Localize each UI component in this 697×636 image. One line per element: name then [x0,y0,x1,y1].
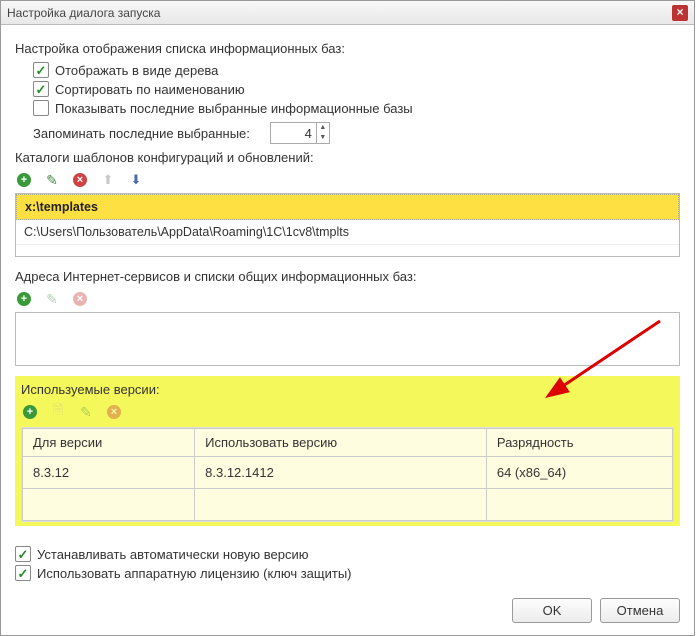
cell-use[interactable]: 8.3.12.1412 [195,457,487,489]
versions-toolbar: + × [21,403,674,421]
templates-heading: Каталоги шаблонов конфигураций и обновле… [15,150,680,165]
edit-icon [77,403,95,421]
checkbox-auto-update-row[interactable]: Устанавливать автоматически новую версию [15,546,680,562]
checkbox-label: Использовать аппаратную лицензию (ключ з… [37,566,352,581]
spinner-value[interactable]: 4 [271,126,316,141]
cell-for[interactable]: 8.3.12 [23,457,195,489]
cell-arch[interactable]: 64 (x86_64) [486,457,672,489]
services-heading: Адреса Интернет-сервисов и списки общих … [15,269,680,284]
checkbox-sort-row[interactable]: Сортировать по наименованию [33,81,680,97]
versions-table[interactable]: Для версии Использовать версию Разряднос… [21,427,674,522]
move-down-icon[interactable] [127,171,145,189]
edit-icon[interactable] [43,171,61,189]
list-display-heading: Настройка отображения списка информацион… [15,41,680,56]
add-icon[interactable]: + [15,171,33,189]
delete-icon: × [105,403,123,421]
checkbox-tree-row[interactable]: Отображать в виде дерева [33,62,680,78]
checkbox-label: Устанавливать автоматически новую версию [37,547,309,562]
checkbox-hw-license-row[interactable]: Использовать аппаратную лицензию (ключ з… [15,565,680,581]
list-item[interactable]: x:\templates [16,194,679,220]
button-bar: OK Отмена [1,588,694,635]
remember-spinner[interactable]: 4 ▲ ▼ [270,122,330,144]
save-icon [49,403,67,421]
table-row [23,489,673,521]
checkbox-label: Показывать последние выбранные информаци… [55,101,413,116]
spinner-down-icon[interactable]: ▼ [317,133,329,143]
templates-list[interactable]: x:\templates C:\Users\Пользователь\AppDa… [15,193,680,257]
spinner-up-icon[interactable]: ▲ [317,123,329,133]
checkbox-icon[interactable] [15,565,31,581]
checkbox-label: Сортировать по наименованию [55,82,245,97]
table-header-row: Для версии Использовать версию Разряднос… [23,429,673,457]
col-for: Для версии [23,429,195,457]
remember-row: Запоминать последние выбранные: 4 ▲ ▼ [33,122,680,144]
window-title: Настройка диалога запуска [7,6,160,20]
checkbox-label: Отображать в виде дерева [55,63,218,78]
versions-heading: Используемые версии: [21,382,674,397]
col-arch: Разрядность [486,429,672,457]
ok-button[interactable]: OK [512,598,592,623]
checkbox-recent-row[interactable]: Показывать последние выбранные информаци… [33,100,680,116]
table-row[interactable]: 8.3.12 8.3.12.1412 64 (x86_64) [23,457,673,489]
close-icon[interactable]: × [672,5,688,21]
services-list[interactable] [15,312,680,366]
checkbox-icon[interactable] [15,546,31,562]
delete-icon: × [71,290,89,308]
add-icon[interactable]: + [21,403,39,421]
checkbox-icon[interactable] [33,81,49,97]
checkbox-icon[interactable] [33,100,49,116]
services-toolbar: + × [15,290,680,308]
add-icon[interactable]: + [15,290,33,308]
checkbox-icon[interactable] [33,62,49,78]
delete-icon[interactable]: × [71,171,89,189]
list-item[interactable]: C:\Users\Пользователь\AppData\Roaming\1C… [16,220,679,245]
remember-label: Запоминать последние выбранные: [33,126,250,141]
dialog-window: Настройка диалога запуска × Настройка от… [0,0,695,636]
templates-toolbar: + × [15,171,680,189]
move-up-icon [99,171,117,189]
col-use: Использовать версию [195,429,487,457]
edit-icon [43,290,61,308]
cancel-button[interactable]: Отмена [600,598,680,623]
titlebar: Настройка диалога запуска × [1,1,694,25]
